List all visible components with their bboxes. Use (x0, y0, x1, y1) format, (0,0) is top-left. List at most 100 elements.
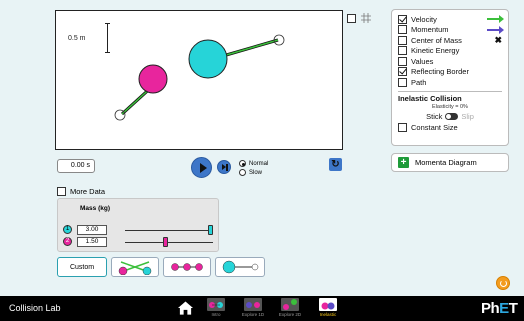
intro-tab-label: Intro (211, 312, 221, 317)
plus-icon: + (398, 157, 409, 168)
intro-thumbnail (207, 298, 225, 311)
grid-icon (361, 13, 371, 23)
momentum-option[interactable]: Momentum (398, 25, 504, 36)
ball-2[interactable] (138, 64, 168, 94)
preset-buttons: Custom (57, 257, 265, 277)
values-checkbox[interactable] (398, 56, 407, 66)
speed-option-slow[interactable]: Slow (239, 168, 268, 177)
step-forward-button[interactable] (217, 160, 231, 174)
grid-checkbox[interactable] (347, 13, 356, 23)
ball-1-mass-value[interactable]: 3.00 (77, 225, 107, 235)
explore-1d-thumbnail (244, 298, 262, 311)
reflecting-border-option[interactable]: Reflecting Border (398, 67, 502, 78)
screen-tab-inelastic[interactable]: Inelastic (313, 298, 343, 317)
phet-logo[interactable]: PhET (481, 300, 518, 317)
home-icon[interactable] (178, 301, 193, 315)
explore-1d-balls-icon (246, 302, 260, 308)
momentum-label: Momentum (411, 25, 449, 35)
mass-title: Mass (kg) (80, 205, 110, 212)
explore-2d-balls-icon (283, 299, 297, 310)
path-checkbox[interactable] (398, 77, 407, 87)
ball-1-mass-thumb[interactable] (208, 225, 213, 235)
large-ball-preset-icon (222, 260, 259, 274)
normal-label: Normal (249, 160, 269, 167)
ball-2-mass-track[interactable] (125, 242, 213, 243)
controls-panel: Velocity Momentum Center of Mass ✖ Kinet… (391, 9, 509, 146)
center-of-mass-checkbox[interactable] (398, 35, 407, 45)
velocity-checkbox[interactable] (398, 14, 407, 24)
screen-tab-explore-1d[interactable]: Explore 1D (238, 298, 268, 317)
stick-slip-toggle[interactable] (445, 112, 459, 120)
mass-panel: Mass (kg) 1 3.00 2 1.50 (57, 198, 219, 252)
inelastic-balls-icon (321, 302, 335, 310)
kinetic-energy-checkbox[interactable] (398, 46, 407, 56)
path-option[interactable]: Path (398, 77, 502, 88)
more-data-label: More Data (70, 187, 106, 196)
inelastic-thumbnail (319, 298, 337, 311)
constant-size-label: Constant Size (411, 123, 458, 133)
reflecting-border-checkbox[interactable] (398, 67, 407, 77)
explore-2d-thumbnail (281, 298, 299, 311)
explore-2d-tab-label: Explore 2D (278, 312, 302, 317)
ball-1-badge: 1 (63, 225, 72, 234)
intro-balls-icon (209, 302, 223, 308)
play-button[interactable] (191, 157, 212, 178)
more-data-checkbox[interactable] (57, 187, 66, 196)
crossing-preset-button[interactable] (111, 257, 159, 277)
balls-canvas (114, 34, 285, 121)
speed-option-normal[interactable]: Normal (239, 159, 268, 168)
ball-1[interactable] (188, 39, 228, 79)
ball-1-mass-track[interactable] (125, 230, 213, 231)
values-label: Values (411, 56, 434, 66)
center-of-mass-label: Center of Mass (411, 35, 462, 45)
slow-radio[interactable] (239, 169, 246, 176)
explore-1d-tab-label: Explore 1D (241, 312, 265, 317)
custom-preset-label: Custom (69, 263, 95, 271)
phet-logo-t: T (508, 300, 518, 317)
stick-label: Stick (426, 111, 443, 121)
reset-all-button[interactable] (496, 276, 510, 290)
momentum-checkbox[interactable] (398, 25, 407, 35)
normal-radio[interactable] (239, 160, 246, 167)
ball-2-badge: 2 (63, 237, 72, 246)
screen-tab-intro[interactable]: Intro (201, 298, 231, 317)
reflecting-border-label: Reflecting Border (411, 67, 469, 77)
panel-divider (398, 90, 502, 92)
ball-2-mass-thumb[interactable] (163, 237, 168, 247)
slip-label: Slip (461, 111, 474, 121)
screen-tab-explore-2d[interactable]: Explore 2D (275, 298, 305, 317)
green-arrow-icon (487, 15, 504, 24)
momenta-diagram-label: Momenta Diagram (415, 158, 477, 167)
path-label: Path (411, 77, 427, 87)
constant-size-checkbox[interactable] (398, 123, 407, 133)
inelastic-tab-label: Inelastic (319, 312, 337, 317)
elasticity-label: Elasticity = 0% (432, 103, 468, 110)
kinetic-energy-option[interactable]: Kinetic Energy (398, 46, 502, 57)
slow-label: Slow (249, 169, 263, 176)
velocity-option[interactable]: Velocity (398, 14, 504, 25)
center-of-mass-option[interactable]: Center of Mass ✖ (398, 35, 502, 46)
phet-logo-ph: Ph (481, 300, 500, 317)
navigation-bar: Collision Lab Intro Explore 1D Explore 2… (0, 296, 524, 321)
play-area[interactable]: 0.5 m (55, 10, 343, 150)
velocity-handle-2[interactable] (114, 109, 126, 121)
kinetic-energy-label: Kinetic Energy (411, 46, 460, 56)
crossing-preset-icon (118, 261, 152, 275)
momenta-diagram-button[interactable]: + Momenta Diagram (391, 153, 509, 172)
inelastic-collision-title: Inelastic Collision (398, 93, 462, 103)
velocity-label: Velocity (411, 14, 437, 24)
stick-slip-switch: Stick Slip (398, 112, 502, 121)
restart-icon: ↻ (331, 159, 340, 170)
grid-toggle[interactable] (347, 13, 371, 23)
large-ball-preset-button[interactable] (215, 257, 265, 277)
custom-preset-button[interactable]: Custom (57, 257, 107, 277)
time-display: 0.00 s (57, 159, 95, 173)
ball-2-mass-value[interactable]: 1.50 (77, 237, 107, 247)
phet-logo-e: E (499, 300, 509, 317)
restart-button[interactable]: ↻ (329, 158, 342, 171)
head-on-preset-icon (171, 263, 203, 271)
constant-size-option[interactable]: Constant Size (398, 123, 502, 134)
more-data-option[interactable]: More Data (57, 187, 105, 196)
head-on-preset-button[interactable] (163, 257, 211, 277)
values-option[interactable]: Values (398, 56, 502, 67)
